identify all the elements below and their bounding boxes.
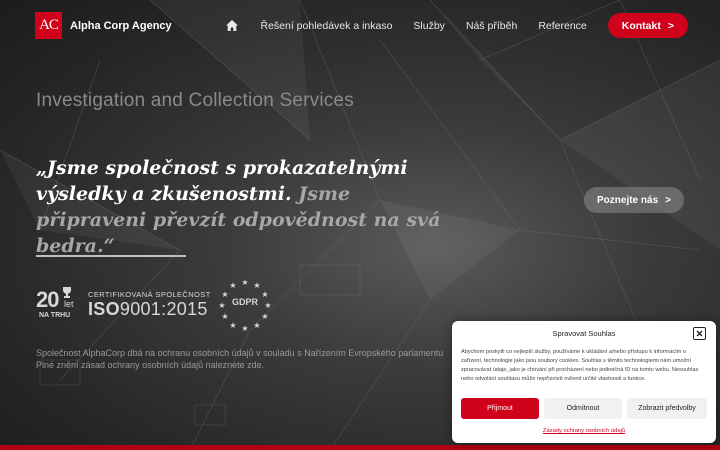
divider (36, 255, 186, 257)
years-badge: 20 let NA TRHU (36, 287, 74, 319)
iso-prefix: ISO (88, 299, 120, 319)
nav-item-reseni[interactable]: Řešení pohledávek a inkaso (261, 15, 393, 37)
consent-title: Spravovat Souhlas (552, 329, 616, 338)
preferences-button[interactable]: Zobrazit předvolby (627, 398, 707, 419)
consent-text: Abychom poskytli co nejlepší služby, pou… (461, 349, 699, 382)
svg-text:★: ★ (229, 321, 236, 330)
svg-text:★: ★ (221, 312, 228, 321)
years-number: 20 (36, 287, 60, 312)
gdpr-label: GDPR (231, 297, 258, 307)
close-icon[interactable] (693, 327, 706, 340)
privacy-line-2[interactable]: Plné znění zásad ochrany osobních údajů … (36, 359, 496, 371)
privacy-notice: Společnost AlphaCorp dbá na ochranu osob… (36, 347, 496, 371)
iso-number: 9001:2015 (119, 299, 208, 319)
privacy-policy-link[interactable]: Zásady ochrany osobních údajů (452, 428, 716, 434)
nav-item-reference[interactable]: Reference (538, 15, 586, 37)
iso-badge: CERTIFIKOVANÁ SPOLEČNOST ISO9001:2015 (88, 290, 211, 320)
main-nav: Řešení pohledávek a inkaso Služby Náš př… (225, 13, 688, 38)
contact-button[interactable]: Kontakt > (607, 13, 688, 38)
nav-item-pribeh[interactable]: Náš příběh (466, 15, 517, 37)
quote-main: „Jsme společnost s prokazatelnými výsled… (36, 157, 408, 205)
accept-button[interactable]: Přijmout (461, 398, 539, 419)
svg-text:★: ★ (241, 324, 248, 331)
chevron-right-icon: > (665, 194, 671, 206)
contact-label: Kontakt (621, 19, 661, 32)
iso-number-line: ISO9001:2015 (88, 299, 211, 320)
learn-more-label: Poznejte nás (597, 194, 659, 206)
deny-button[interactable]: Odmítnout (544, 398, 622, 419)
bottom-accent-bar (0, 445, 720, 450)
hero-quote: „Jsme společnost s prokazatelnými výsled… (36, 155, 456, 259)
logo-text: Alpha Corp Agency (70, 19, 172, 32)
svg-text:★: ★ (261, 312, 268, 321)
years-unit: let (64, 299, 74, 309)
nav-item-sluzby[interactable]: Služby (413, 15, 445, 37)
home-icon[interactable] (225, 15, 240, 37)
logo-mark: AC (35, 12, 62, 39)
svg-text:★: ★ (241, 278, 248, 287)
logo[interactable]: AC Alpha Corp Agency (35, 12, 172, 39)
privacy-line-1: Společnost AlphaCorp dbá na ochranu osob… (36, 348, 444, 358)
svg-text:★: ★ (229, 281, 236, 290)
gdpr-badge: ★ ★ ★ ★ ★ ★ ★ ★ ★ ★ ★ ★ GDPR (218, 277, 272, 333)
iso-caption: CERTIFIKOVANÁ SPOLEČNOST (88, 290, 211, 299)
svg-text:★: ★ (253, 281, 260, 290)
years-caption: NA TRHU (39, 312, 71, 319)
page-subtitle: Investigation and Collection Services (36, 90, 354, 111)
learn-more-button[interactable]: Poznejte nás > (584, 187, 684, 213)
trophy-icon (63, 287, 71, 298)
svg-text:★: ★ (253, 321, 260, 330)
cookie-consent-dialog: Spravovat Souhlas Abychom poskytli co ne… (452, 321, 716, 443)
chevron-right-icon: > (667, 19, 674, 32)
